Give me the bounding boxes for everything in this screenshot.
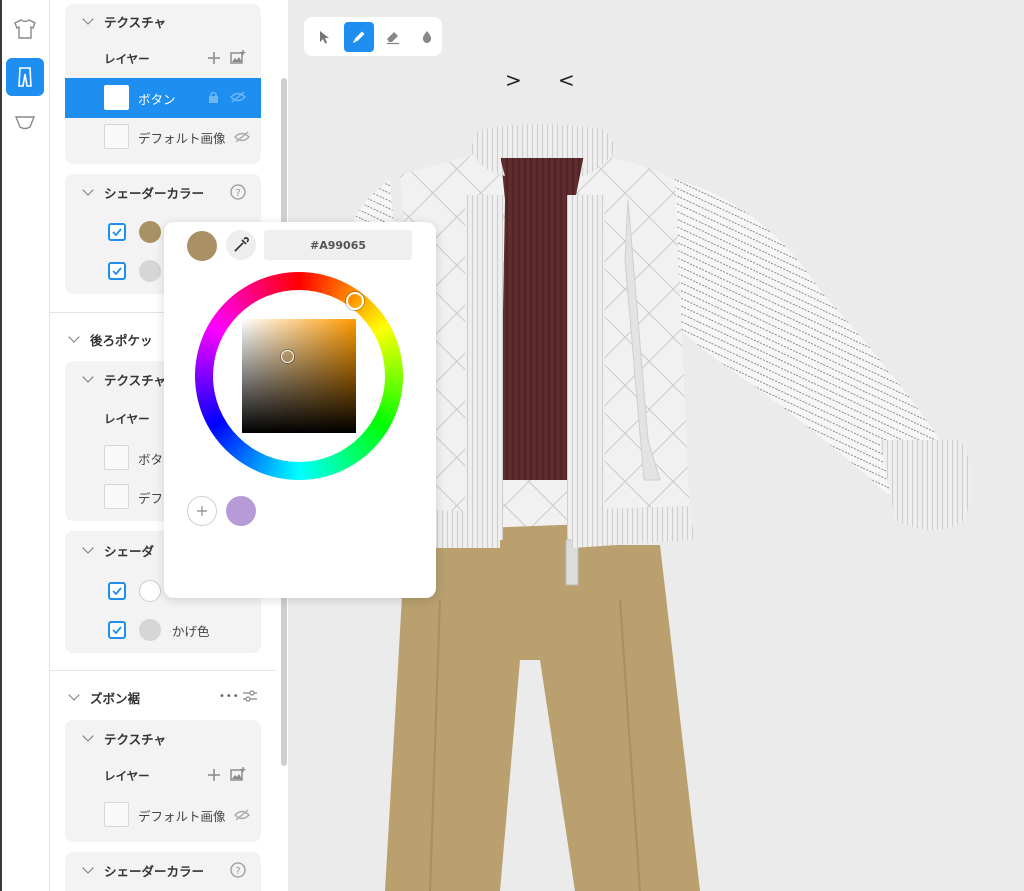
layer-label: レイヤー xyxy=(104,769,150,783)
shader-header-2[interactable]: シェーダ xyxy=(82,541,155,559)
layer-thumbnail xyxy=(104,124,129,149)
bottoms-category-button[interactable] xyxy=(6,58,44,96)
saved-color-swatch[interactable] xyxy=(226,496,256,526)
hex-color-input[interactable]: #A99065 xyxy=(264,230,412,260)
base-color-swatch[interactable] xyxy=(139,221,161,243)
layer-header-3: レイヤー xyxy=(104,767,150,785)
hue-handle[interactable] xyxy=(346,292,364,310)
layer-name: デフ xyxy=(138,490,164,506)
shade-color-label: かげ色 xyxy=(172,623,210,639)
chevron-down-icon xyxy=(82,13,94,25)
layer-name: ボタン xyxy=(138,91,176,107)
texture-title: テクスチャ xyxy=(104,372,167,388)
shader-header-3[interactable]: シェーダーカラー xyxy=(82,861,205,879)
current-color-swatch xyxy=(187,231,217,261)
chevron-down-icon xyxy=(68,689,80,701)
chevron-down-icon xyxy=(82,371,94,383)
base-color-swatch[interactable] xyxy=(139,580,161,602)
select-tool-icon xyxy=(320,30,329,43)
shade-color-checkbox[interactable] xyxy=(108,621,126,639)
help-icon[interactable]: ? xyxy=(230,184,246,200)
svg-text:?: ? xyxy=(235,866,240,877)
section-divider xyxy=(50,670,276,671)
shader-title: シェーダーカラー xyxy=(104,185,205,201)
layer-name: デフォルト画像 xyxy=(138,130,226,146)
shader-title: シェーダ xyxy=(104,543,155,559)
tool-palette xyxy=(304,17,442,56)
check-icon xyxy=(112,228,122,236)
icon-rail xyxy=(0,0,50,891)
view-marker-left: > xyxy=(505,68,522,92)
shader-title: シェーダーカラー xyxy=(104,863,205,879)
shade-color-swatch[interactable] xyxy=(139,260,161,282)
more-options-button[interactable]: ••• xyxy=(219,687,240,705)
layer-thumbnail xyxy=(104,445,129,470)
add-layer-icon[interactable] xyxy=(208,769,220,781)
section-title: ズボン裾 xyxy=(90,690,141,706)
shader-header-1[interactable]: シェーダーカラー xyxy=(82,183,205,201)
check-icon xyxy=(112,626,122,634)
shade-color-swatch[interactable] xyxy=(139,619,161,641)
layer-label: レイヤー xyxy=(104,412,150,426)
base-color-checkbox[interactable] xyxy=(108,582,126,600)
adjust-icon[interactable] xyxy=(243,690,257,702)
section-header-back-pocket[interactable]: 後ろポケッ xyxy=(68,330,153,348)
shirt-icon xyxy=(14,19,36,39)
shade-color-checkbox[interactable] xyxy=(108,262,126,280)
pen-tool-button[interactable] xyxy=(344,21,374,52)
chevron-down-icon xyxy=(82,184,94,196)
eye-hidden-icon[interactable] xyxy=(230,91,246,103)
texture-title: テクスチャ xyxy=(104,731,167,747)
eye-hidden-icon[interactable] xyxy=(234,809,250,821)
add-image-icon[interactable] xyxy=(230,767,246,781)
window-edge xyxy=(0,0,2,891)
section-header-hem[interactable]: ズボン裾 xyxy=(68,688,141,706)
svg-text:?: ? xyxy=(235,188,240,199)
layer-name: ボタ xyxy=(138,451,164,467)
fill-tool-icon xyxy=(422,30,432,43)
add-image-icon[interactable] xyxy=(230,50,246,64)
eyedropper-button[interactable] xyxy=(226,230,256,260)
layer-label: レイヤー xyxy=(104,52,150,66)
add-layer-icon[interactable] xyxy=(208,52,220,64)
eyedropper-icon xyxy=(234,237,249,252)
help-icon[interactable]: ? xyxy=(230,862,246,878)
eraser-tool-button[interactable] xyxy=(378,22,408,52)
saturation-handle[interactable] xyxy=(281,350,294,363)
eraser-tool-icon xyxy=(387,31,399,44)
select-tool-button[interactable] xyxy=(310,22,340,52)
chevron-down-icon xyxy=(82,730,94,742)
layer-header-1: レイヤー xyxy=(104,50,150,68)
texture-header-2[interactable]: テクスチャ xyxy=(82,370,167,388)
layer-thumbnail xyxy=(104,484,129,509)
fill-tool-button[interactable] xyxy=(412,22,442,52)
check-icon xyxy=(112,587,122,595)
texture-header-1[interactable]: テクスチャ xyxy=(82,12,167,30)
layer-thumbnail xyxy=(104,802,129,827)
shoe-icon xyxy=(14,116,36,130)
section-title: 後ろポケッ xyxy=(90,332,153,348)
pen-tool-icon xyxy=(352,31,365,43)
add-swatch-button[interactable] xyxy=(187,496,217,526)
layer-header-2: レイヤー xyxy=(104,410,150,428)
check-icon xyxy=(112,267,122,275)
layer-name: デフォルト画像 xyxy=(138,808,226,824)
color-picker-popup: #A99065 xyxy=(164,222,436,598)
pants-icon xyxy=(18,67,32,87)
plus-icon xyxy=(197,506,207,516)
chevron-down-icon xyxy=(68,331,80,343)
chevron-down-icon xyxy=(82,542,94,554)
base-color-checkbox[interactable] xyxy=(108,223,126,241)
chevron-down-icon xyxy=(82,862,94,874)
shoes-category-button[interactable] xyxy=(6,104,44,142)
texture-header-3[interactable]: テクスチャ xyxy=(82,729,167,747)
tops-category-button[interactable] xyxy=(6,10,44,48)
layer-thumbnail xyxy=(104,85,129,110)
saturation-value-square[interactable] xyxy=(242,319,356,433)
eye-hidden-icon[interactable] xyxy=(234,131,250,143)
view-marker-right: < xyxy=(558,68,575,92)
lock-icon[interactable] xyxy=(208,91,219,104)
texture-title: テクスチャ xyxy=(104,14,167,30)
